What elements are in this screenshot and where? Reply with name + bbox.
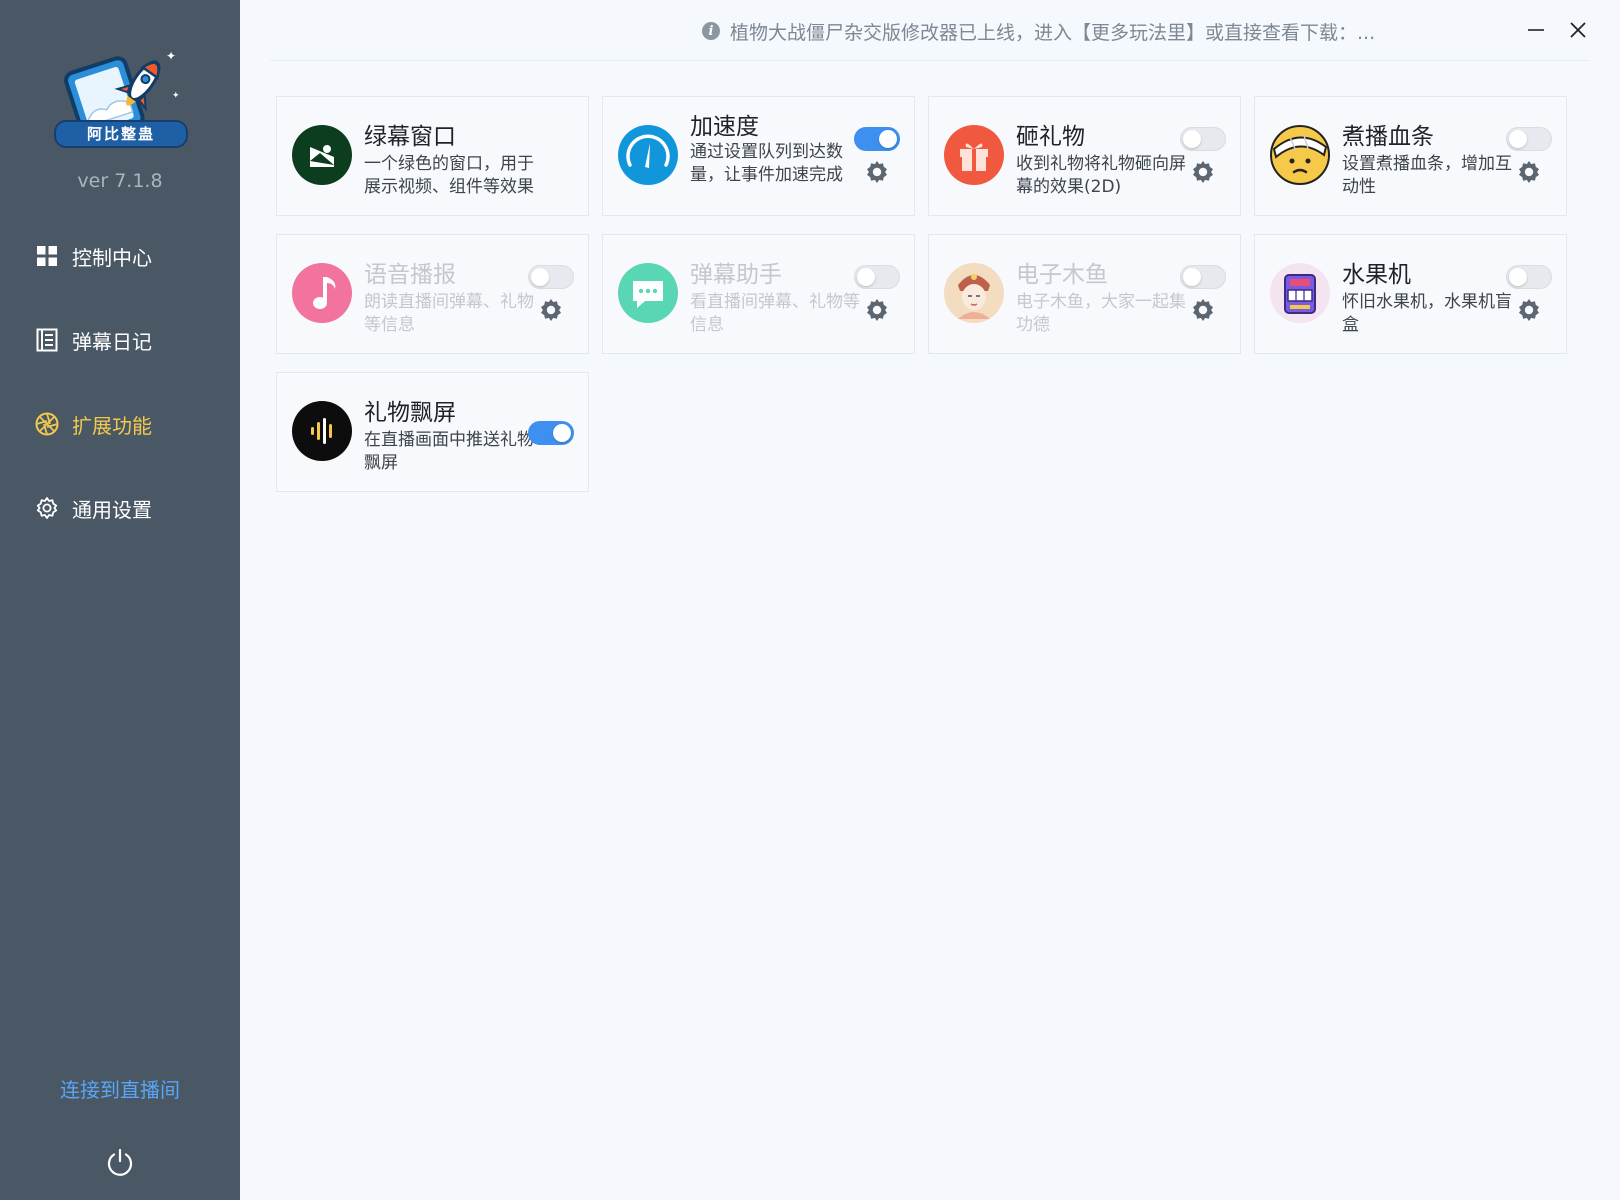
power-icon[interactable] (104, 1146, 136, 1178)
monk-avatar-icon (944, 263, 1004, 323)
extension-card-fruit-machine[interactable]: 水果机 怀旧水果机，水果机盲盒 (1254, 234, 1567, 354)
gift-icon (944, 125, 1004, 185)
sidebar-item-label: 扩展功能 (72, 413, 152, 438)
sidebar-item-danmaku-diary[interactable]: 弹幕日记 (34, 320, 224, 360)
settings-gear-icon[interactable] (864, 159, 890, 185)
svg-text:✦: ✦ (166, 49, 176, 63)
settings-gear-icon[interactable] (1190, 159, 1216, 185)
extension-card-health-bar[interactable]: 煮播血条 设置煮播血条，增加互动性 (1254, 96, 1567, 216)
extension-card-gift-banner[interactable]: 礼物飘屏 在直播画面中推送礼物飘屏 (276, 372, 589, 492)
extension-card-danmaku-assistant[interactable]: 弹幕助手 看直播间弹幕、礼物等信息 (602, 234, 915, 354)
card-description: 一个绿色的窗口，用于展示视频、组件等效果 (364, 154, 534, 197)
settings-gear-icon[interactable] (864, 297, 890, 323)
card-title: 礼物飘屏 (364, 400, 456, 426)
app-version: ver 7.1.8 (77, 170, 163, 192)
wooden-fish-toggle[interactable] (1180, 265, 1226, 289)
settings-gear-icon[interactable] (1190, 297, 1216, 323)
extension-card-wooden-fish[interactable]: 电子木鱼 电子木鱼，大家一起集功德 (928, 234, 1241, 354)
card-description: 收到礼物将礼物砸向屏幕的效果(2D) (1016, 154, 1186, 197)
connect-live-room-link[interactable]: 连接到直播间 (0, 1074, 240, 1103)
gear-icon (34, 495, 60, 521)
top-bar: i 植物大战僵尸杂交版修改器已上线，进入【更多玩法里】或直接查看下载：... (270, 0, 1590, 61)
app-window: ✦ ✦ 阿比整蛊 ver 7.1.8 控制中心 弹幕日记 扩展功能 通用设置 连… (0, 0, 1620, 1200)
svg-text:✦: ✦ (172, 91, 180, 101)
card-description: 朗读直播间弹幕、礼物等信息 (364, 292, 534, 335)
card-title: 水果机 (1342, 262, 1411, 288)
card-description: 通过设置队列到达数量，让事件加速完成 (690, 142, 843, 185)
speedometer-icon (618, 125, 678, 185)
document-list-icon (34, 327, 60, 353)
chat-bubble-icon (618, 263, 678, 323)
health-bar-toggle[interactable] (1506, 127, 1552, 151)
card-title: 电子木鱼 (1016, 262, 1108, 288)
sidebar-item-label: 弹幕日记 (72, 329, 152, 354)
sidebar-item-general-settings[interactable]: 通用设置 (34, 488, 224, 528)
card-description: 在直播画面中推送礼物飘屏 (364, 430, 534, 473)
danmaku-assistant-toggle[interactable] (854, 265, 900, 289)
sound-wave-icon (292, 401, 352, 461)
minimize-icon[interactable] (1520, 14, 1552, 46)
info-icon: i (702, 22, 720, 40)
sidebar: ✦ ✦ 阿比整蛊 ver 7.1.8 控制中心 弹幕日记 扩展功能 通用设置 连… (0, 0, 240, 1200)
throw-gift-toggle[interactable] (1180, 127, 1226, 151)
voice-broadcast-toggle[interactable] (528, 265, 574, 289)
logo-text: 阿比整蛊 (54, 120, 188, 148)
bandaged-face-icon (1270, 125, 1330, 185)
card-description: 怀旧水果机，水果机盲盒 (1342, 292, 1512, 335)
extension-card-voice-broadcast[interactable]: 语音播报 朗读直播间弹幕、礼物等信息 (276, 234, 589, 354)
settings-gear-icon[interactable] (1516, 297, 1542, 323)
sidebar-item-control-center[interactable]: 控制中心 (34, 236, 224, 276)
aperture-icon (34, 411, 60, 437)
greenscreen-icon (292, 125, 352, 185)
card-title: 绿幕窗口 (364, 124, 456, 150)
card-description: 电子木鱼，大家一起集功德 (1016, 292, 1186, 335)
fruit-machine-toggle[interactable] (1506, 265, 1552, 289)
sidebar-item-label: 控制中心 (72, 245, 152, 270)
settings-gear-icon[interactable] (1516, 159, 1542, 185)
settings-gear-icon[interactable] (538, 297, 564, 323)
card-description: 看直播间弹幕、礼物等信息 (690, 292, 860, 335)
card-title: 煮播血条 (1342, 124, 1434, 150)
card-title: 弹幕助手 (690, 262, 782, 288)
app-logo: ✦ ✦ 阿比整蛊 (50, 44, 190, 148)
extension-card-throw-gift[interactable]: 砸礼物 收到礼物将礼物砸向屏幕的效果(2D) (928, 96, 1241, 216)
grid-icon (34, 243, 60, 269)
notice-text: 植物大战僵尸杂交版修改器已上线，进入【更多玩法里】或直接查看下载：... (730, 21, 1376, 44)
card-title: 砸礼物 (1016, 124, 1085, 150)
card-description: 设置煮播血条，增加互动性 (1342, 154, 1512, 197)
gift-banner-toggle[interactable] (528, 421, 574, 445)
card-title: 加速度 (690, 114, 759, 140)
slot-machine-icon (1270, 263, 1330, 323)
close-icon[interactable] (1562, 14, 1594, 46)
announcement-notice[interactable]: i 植物大战僵尸杂交版修改器已上线，进入【更多玩法里】或直接查看下载：... (702, 16, 1522, 46)
extension-card-green-screen[interactable]: 绿幕窗口 一个绿色的窗口，用于展示视频、组件等效果 (276, 96, 589, 216)
card-title: 语音播报 (364, 262, 456, 288)
sidebar-item-label: 通用设置 (72, 497, 152, 522)
acceleration-toggle[interactable] (854, 127, 900, 151)
music-note-icon (292, 263, 352, 323)
sidebar-item-extensions[interactable]: 扩展功能 (34, 404, 224, 444)
extension-card-acceleration[interactable]: 加速度 通过设置队列到达数量，让事件加速完成 (602, 96, 915, 216)
